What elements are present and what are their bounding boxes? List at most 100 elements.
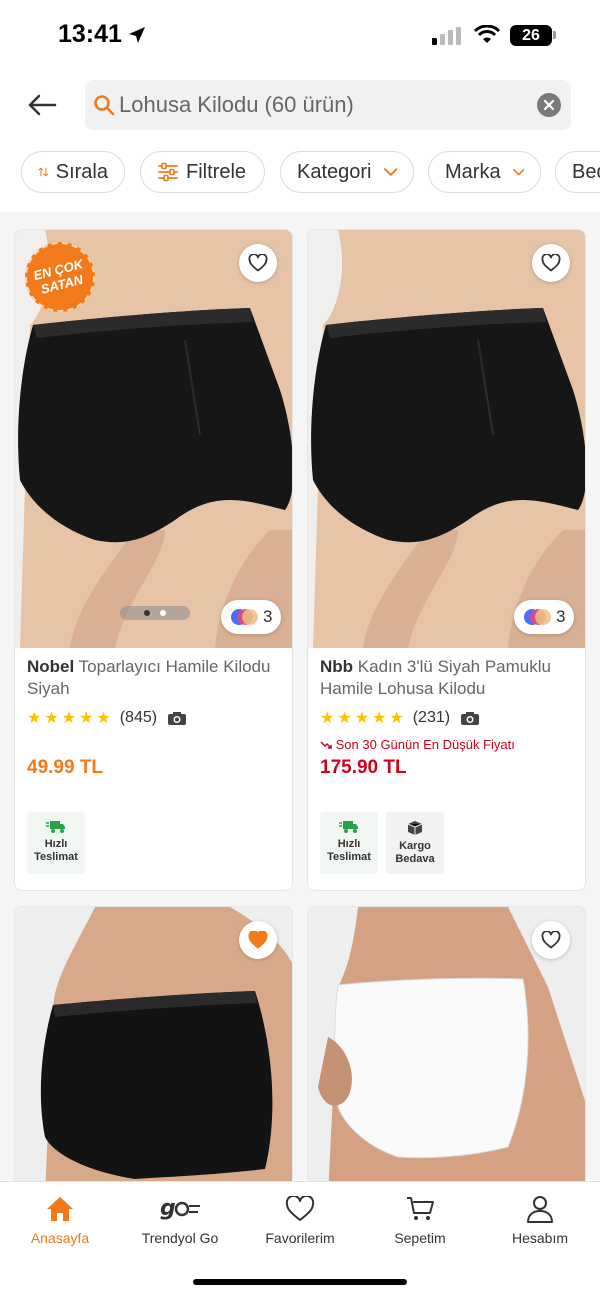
filter-chip[interactable]: Filtrele <box>140 151 265 193</box>
favorite-button[interactable] <box>532 244 570 282</box>
camera-icon <box>461 711 480 725</box>
favorite-button[interactable] <box>239 921 277 959</box>
product-card[interactable] <box>14 906 293 1196</box>
search-icon <box>94 95 115 116</box>
clear-search-button[interactable] <box>537 93 561 117</box>
heart-filled-icon <box>248 931 268 949</box>
tab-home[interactable]: Anasayfa <box>0 1194 120 1246</box>
color-swatches-icon <box>524 609 551 625</box>
user-icon <box>527 1196 553 1223</box>
product-brand: Nbb <box>320 657 354 676</box>
rating-stars-icon: ★★★★★ <box>320 710 407 727</box>
product-rating: ★★★★★ (845) <box>27 708 187 728</box>
tab-account[interactable]: Hesabım <box>480 1194 600 1246</box>
product-image[interactable] <box>15 907 292 1195</box>
tab-favorites-label: Favorilerim <box>265 1230 335 1246</box>
fast-delivery-line2: Teslimat <box>34 851 78 863</box>
sort-label: Sırala <box>55 160 108 183</box>
color-options-badge[interactable]: 3 <box>221 600 281 634</box>
pager-dot-active <box>160 610 166 616</box>
color-swatches-icon <box>231 609 258 625</box>
lowest-price-text: Son 30 Günün En Düşük Fiyatı <box>335 737 515 752</box>
shopping-cart-icon <box>407 1197 434 1220</box>
fast-delivery-badge: Hızlı Teslimat <box>27 812 85 874</box>
battery-indicator: 26 <box>510 25 552 46</box>
review-count: (845) <box>119 709 158 726</box>
sort-icon <box>38 167 49 177</box>
package-box-icon <box>407 821 423 835</box>
free-shipping-badge: Kargo Bedava <box>386 812 444 874</box>
free-shipping-line2: Bedava <box>395 853 435 865</box>
status-bar: 13:41 26 <box>0 0 600 70</box>
product-card[interactable] <box>307 906 586 1196</box>
free-shipping-line1: Kargo <box>399 840 431 852</box>
favorite-button[interactable] <box>532 921 570 959</box>
cellular-signal-icon <box>432 27 461 45</box>
battery-tip <box>553 31 556 39</box>
review-count: (231) <box>412 709 451 726</box>
fast-delivery-truck-icon <box>46 821 65 833</box>
rating-stars-icon: ★★★★★ <box>27 710 114 727</box>
heart-icon <box>285 1196 315 1221</box>
product-image[interactable]: 3 <box>308 230 585 648</box>
color-options-badge[interactable]: 3 <box>514 600 574 634</box>
lowest-price-note: Son 30 Günün En Düşük Fiyatı <box>320 737 515 752</box>
wifi-icon <box>473 25 501 43</box>
size-label: Bed <box>572 160 600 183</box>
filter-sliders-icon <box>158 162 178 182</box>
heart-outline-icon <box>248 254 268 272</box>
brand-chip[interactable]: Marka <box>428 151 541 193</box>
color-count: 3 <box>556 607 566 626</box>
favorite-button[interactable] <box>239 244 277 282</box>
product-title[interactable]: Nobel Toparlayıcı Hamile Kilodu Siyah <box>27 656 287 700</box>
fast-delivery-line2: Teslimat <box>327 851 371 863</box>
product-brand: Nobel <box>27 657 75 676</box>
chevron-down-icon <box>512 168 524 176</box>
heart-outline-icon <box>541 254 561 272</box>
product-card[interactable]: 3 Nbb Kadın 3'lü Siyah Pamuklu Hamile Lo… <box>307 229 586 891</box>
size-chip[interactable]: Bed <box>555 151 600 193</box>
back-button[interactable] <box>22 88 62 122</box>
product-price: 49.99 TL <box>27 757 104 778</box>
home-indicator[interactable] <box>193 1279 407 1285</box>
category-label: Kategori <box>297 160 372 183</box>
product-card[interactable]: EN ÇOK SATAN 3 Nobel Toparlayıcı Hamile … <box>14 229 293 891</box>
fast-delivery-truck-icon <box>339 821 358 833</box>
tab-favorites[interactable]: Favorilerim <box>240 1194 360 1246</box>
product-title[interactable]: Nbb Kadın 3'lü Siyah Pamuklu Hamile Lohu… <box>320 656 580 700</box>
tab-go-label: Trendyol Go <box>141 1230 219 1246</box>
product-price: 175.90 TL <box>320 757 407 778</box>
search-query[interactable]: Lohusa Kilodu (60 ürün) <box>119 92 354 118</box>
tab-account-label: Hesabım <box>511 1230 569 1246</box>
svg-text:g: g <box>160 1196 176 1221</box>
close-icon <box>543 99 555 111</box>
heart-outline-icon <box>541 931 561 949</box>
clock: 13:41 <box>58 20 122 48</box>
fast-delivery-line1: Hızlı <box>337 838 361 850</box>
image-pager[interactable] <box>120 606 190 620</box>
back-arrow-icon <box>28 94 57 116</box>
category-chip[interactable]: Kategori <box>280 151 414 193</box>
pager-dot <box>144 610 150 616</box>
fast-delivery-line1: Hızlı <box>44 838 68 850</box>
search-bar[interactable]: Lohusa Kilodu (60 ürün) <box>85 80 571 130</box>
tab-cart-label: Sepetim <box>394 1230 446 1246</box>
camera-icon <box>168 711 187 725</box>
fast-delivery-badge: Hızlı Teslimat <box>320 812 378 874</box>
product-image[interactable]: EN ÇOK SATAN 3 <box>15 230 292 648</box>
product-photo <box>308 230 585 648</box>
product-name: Kadın 3'lü Siyah Pamuklu Hamile Lohusa K… <box>320 657 551 698</box>
tab-trendyol-go[interactable]: g Trendyol Go <box>120 1194 240 1246</box>
trend-down-icon <box>320 741 332 749</box>
brand-label: Marka <box>445 160 501 183</box>
tab-home-label: Anasayfa <box>30 1230 90 1246</box>
home-icon <box>47 1197 73 1221</box>
location-arrow-icon <box>129 27 145 43</box>
filter-chips: Sırala Filtrele Kategori Marka Bed <box>0 151 600 195</box>
chevron-down-icon <box>383 167 397 176</box>
filter-label: Filtrele <box>186 160 247 183</box>
product-image[interactable] <box>308 907 585 1195</box>
sort-chip[interactable]: Sırala <box>21 151 125 193</box>
tab-cart[interactable]: Sepetim <box>360 1194 480 1246</box>
product-rating: ★★★★★ (231) <box>320 708 480 728</box>
